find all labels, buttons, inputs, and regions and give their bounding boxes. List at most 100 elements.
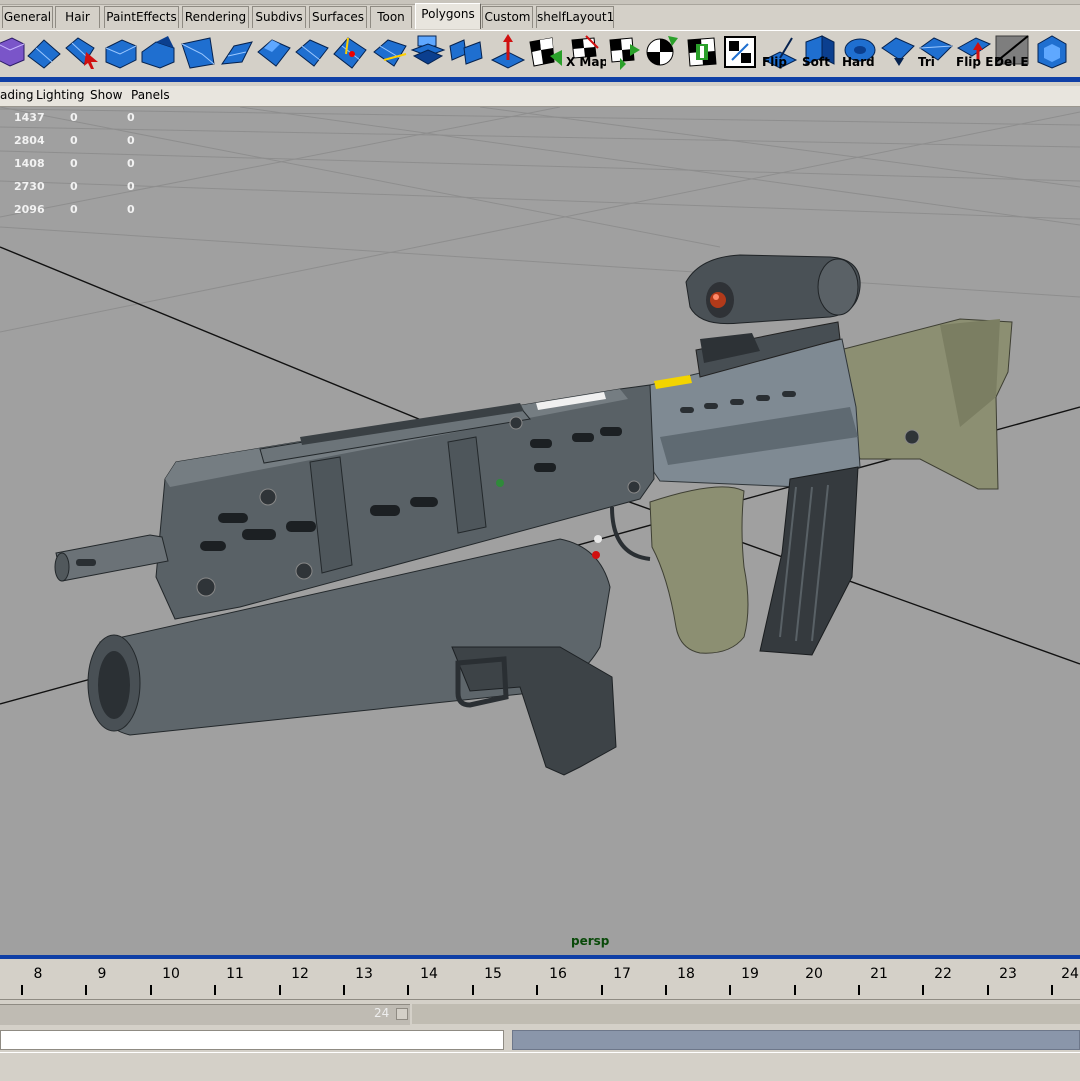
hard-edge-icon[interactable]: Hard bbox=[842, 34, 878, 70]
hud-value: 0 bbox=[70, 157, 78, 170]
hud-value: 0 bbox=[127, 157, 135, 170]
panel-menu-bar: ading Lighting Show Panels bbox=[0, 86, 1080, 107]
wedge-face-icon[interactable] bbox=[180, 34, 216, 70]
range-track bbox=[412, 1004, 1080, 1024]
frame-tick bbox=[343, 985, 345, 995]
command-input[interactable] bbox=[0, 1030, 504, 1050]
tab-paint-effects[interactable]: PaintEffects bbox=[104, 6, 179, 28]
frame-tick bbox=[729, 985, 731, 995]
poly-plane-icon[interactable] bbox=[26, 34, 62, 70]
split-poly-icon[interactable] bbox=[256, 34, 292, 70]
frame-label: 9 bbox=[97, 966, 107, 982]
flip-edge-icon[interactable]: Flip E bbox=[956, 34, 993, 70]
frame-tick bbox=[21, 985, 23, 995]
extrude-face-icon[interactable] bbox=[140, 34, 176, 70]
ground-grid bbox=[0, 107, 1080, 333]
tab-general[interactable]: General bbox=[2, 6, 53, 28]
triangulate-icon[interactable]: Tri bbox=[918, 34, 954, 70]
camera-label: persp bbox=[571, 934, 610, 948]
shelf-label-del-e: Del E bbox=[994, 56, 1029, 69]
shelf-label-soft: Soft bbox=[802, 56, 830, 69]
frame-label: 21 bbox=[870, 966, 888, 982]
menu-show[interactable]: Show bbox=[90, 88, 122, 102]
hud-value: 0 bbox=[70, 111, 78, 124]
poly-extra-icon[interactable] bbox=[1034, 34, 1070, 70]
time-slider[interactable]: 8 9 10 11 12 13 14 15 16 17 18 19 20 21 … bbox=[0, 959, 1080, 1000]
poly-cube-icon[interactable] bbox=[102, 34, 138, 70]
tab-toon[interactable]: Toon bbox=[370, 6, 412, 28]
frame-tick bbox=[85, 985, 87, 995]
frame-label: 19 bbox=[741, 966, 759, 982]
range-bar[interactable] bbox=[0, 1004, 410, 1025]
shelf-label-tri: Tri bbox=[918, 56, 935, 69]
merge-icon[interactable] bbox=[410, 34, 446, 70]
frame-label: 10 bbox=[162, 966, 180, 982]
hud-value: 0 bbox=[127, 180, 135, 193]
tab-surfaces[interactable]: Surfaces bbox=[309, 6, 367, 28]
frame-label: 23 bbox=[999, 966, 1017, 982]
uv-editor-icon[interactable] bbox=[722, 34, 758, 70]
delete-edge-icon[interactable]: Del E bbox=[994, 34, 1030, 70]
frame-tick bbox=[987, 985, 989, 995]
command-line bbox=[0, 1028, 1080, 1052]
shelf-label-x-map: X Map bbox=[566, 56, 606, 69]
frame-label: 16 bbox=[549, 966, 567, 982]
frame-label: 14 bbox=[420, 966, 438, 982]
perspective-viewport[interactable]: 1437 0 0 2804 0 0 1408 0 0 2730 0 0 2096… bbox=[0, 107, 1080, 955]
tab-hair[interactable]: Hair bbox=[55, 6, 100, 28]
face-arrow-icon[interactable] bbox=[880, 34, 916, 70]
bevel-icon[interactable] bbox=[218, 34, 254, 70]
subdivide-icon[interactable] bbox=[332, 34, 368, 70]
flip-normal-icon[interactable]: Flip bbox=[762, 34, 798, 70]
hud-value: 0 bbox=[127, 203, 135, 216]
checker-rotate-icon[interactable] bbox=[644, 34, 680, 70]
hud-value: 0 bbox=[70, 134, 78, 147]
append-poly-icon[interactable] bbox=[294, 34, 330, 70]
checker-move-icon[interactable] bbox=[606, 34, 642, 70]
hud-value: 0 bbox=[127, 111, 135, 124]
tab-subdivs[interactable]: Subdivs bbox=[252, 6, 306, 28]
panel-divider bbox=[0, 77, 1080, 82]
frame-tick bbox=[601, 985, 603, 995]
frame-tick bbox=[150, 985, 152, 995]
tab-rendering[interactable]: Rendering bbox=[182, 6, 249, 28]
frame-label: 11 bbox=[226, 966, 244, 982]
rifle-model[interactable] bbox=[54, 254, 1013, 776]
hud-value: 0 bbox=[70, 203, 78, 216]
polygons-shelf: X Map Flip Soft Hard Tri Flip E Del E bbox=[0, 30, 1080, 75]
combine-icon[interactable] bbox=[448, 34, 484, 70]
shelf-label-flip-e: Flip E bbox=[956, 56, 994, 69]
menu-shading[interactable]: ading bbox=[0, 88, 34, 102]
hud-value: 2730 bbox=[14, 180, 45, 193]
viewport-scene bbox=[0, 107, 1080, 776]
planar-map-icon[interactable] bbox=[490, 34, 526, 70]
frame-tick bbox=[1051, 985, 1053, 995]
checker-map-icon[interactable] bbox=[528, 34, 564, 70]
tab-polygons[interactable]: Polygons bbox=[415, 3, 481, 29]
frame-tick bbox=[922, 985, 924, 995]
frame-tick bbox=[536, 985, 538, 995]
frame-label: 15 bbox=[484, 966, 502, 982]
frame-tick bbox=[858, 985, 860, 995]
cube-wire-icon[interactable] bbox=[0, 34, 28, 70]
checker-x-map-icon[interactable]: X Map bbox=[566, 34, 606, 70]
shelf-label-flip: Flip bbox=[762, 56, 788, 69]
checker-align-icon[interactable] bbox=[684, 34, 720, 70]
shelf-label-hard: Hard bbox=[842, 56, 875, 69]
tab-custom[interactable]: Custom bbox=[482, 6, 533, 28]
range-slider[interactable]: 24 bbox=[0, 1001, 1080, 1027]
poly-select-icon[interactable] bbox=[64, 34, 100, 70]
smooth-icon[interactable] bbox=[372, 34, 408, 70]
hud-value: 2804 bbox=[14, 134, 45, 147]
frame-label: 12 bbox=[291, 966, 309, 982]
menu-panels[interactable]: Panels bbox=[131, 88, 170, 102]
soft-edge-icon[interactable]: Soft bbox=[802, 34, 838, 70]
tab-shelf-layout1[interactable]: shelfLayout1 bbox=[536, 6, 614, 28]
range-end-handle[interactable] bbox=[396, 1008, 408, 1020]
range-end-value: 24 bbox=[374, 1006, 390, 1020]
hud-value: 2096 bbox=[14, 203, 45, 216]
frame-tick bbox=[407, 985, 409, 995]
menu-lighting[interactable]: Lighting bbox=[36, 88, 85, 102]
frame-label: 17 bbox=[613, 966, 631, 982]
frame-tick bbox=[472, 985, 474, 995]
